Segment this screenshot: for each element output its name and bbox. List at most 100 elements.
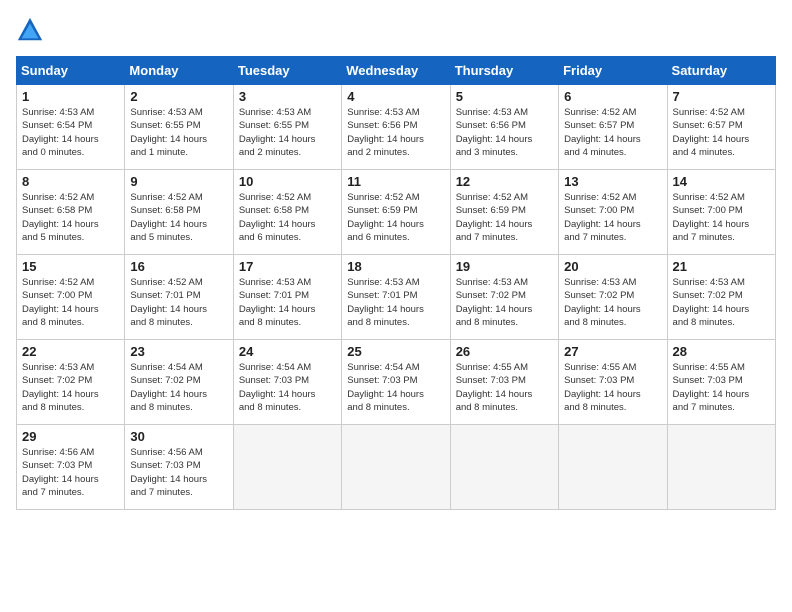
- day-info: Sunrise: 4:53 AMSunset: 6:54 PMDaylight:…: [22, 106, 119, 159]
- calendar-day-cell: [342, 425, 450, 510]
- calendar-day-cell: 29 Sunrise: 4:56 AMSunset: 7:03 PMDayligh…: [17, 425, 125, 510]
- day-info: Sunrise: 4:52 AMSunset: 7:00 PMDaylight:…: [564, 191, 661, 244]
- calendar-day-cell: 28 Sunrise: 4:55 AMSunset: 7:03 PMDayligh…: [667, 340, 775, 425]
- calendar-day-cell: 4 Sunrise: 4:53 AMSunset: 6:56 PMDaylight…: [342, 85, 450, 170]
- calendar-day-cell: 2Sunrise: 4:53 AMSunset: 6:55 PMDaylight…: [125, 85, 233, 170]
- day-number: 8: [22, 174, 119, 189]
- calendar-day-cell: 21Sunrise: 4:53 AMSunset: 7:02 PMDayligh…: [667, 255, 775, 340]
- day-number: 18: [347, 259, 444, 274]
- day-number: 20: [564, 259, 661, 274]
- day-number: 21: [673, 259, 770, 274]
- day-number: 14: [673, 174, 770, 189]
- calendar-week-row: 29 Sunrise: 4:56 AMSunset: 7:03 PMDayligh…: [17, 425, 776, 510]
- calendar-table: SundayMondayTuesdayWednesdayThursdayFrid…: [16, 56, 776, 510]
- calendar-week-row: 22Sunrise: 4:53 AMSunset: 7:02 PMDayligh…: [17, 340, 776, 425]
- weekday-header-thursday: Thursday: [450, 57, 558, 85]
- calendar-header: SundayMondayTuesdayWednesdayThursdayFrid…: [17, 57, 776, 85]
- weekday-header-tuesday: Tuesday: [233, 57, 341, 85]
- calendar-day-cell: [233, 425, 341, 510]
- day-info: Sunrise: 4:55 AMSunset: 7:03 PMDaylight:…: [564, 361, 661, 414]
- day-info: Sunrise: 4:56 AMSunset: 7:03 PMDaylight:…: [22, 446, 119, 499]
- day-info: Sunrise: 4:52 AMSunset: 7:01 PMDaylight:…: [130, 276, 227, 329]
- weekday-row: SundayMondayTuesdayWednesdayThursdayFrid…: [17, 57, 776, 85]
- day-number: 16: [130, 259, 227, 274]
- day-number: 28: [673, 344, 770, 359]
- day-info: Sunrise: 4:52 AMSunset: 6:59 PMDaylight:…: [347, 191, 444, 244]
- day-info: Sunrise: 4:54 AMSunset: 7:02 PMDaylight:…: [130, 361, 227, 414]
- day-number: 25: [347, 344, 444, 359]
- day-info: Sunrise: 4:54 AMSunset: 7:03 PMDaylight:…: [239, 361, 336, 414]
- calendar-day-cell: 3Sunrise: 4:53 AMSunset: 6:55 PMDaylight…: [233, 85, 341, 170]
- calendar-day-cell: 24 Sunrise: 4:54 AMSunset: 7:03 PMDayligh…: [233, 340, 341, 425]
- calendar-day-cell: [559, 425, 667, 510]
- day-number: 4: [347, 89, 444, 104]
- day-number: 26: [456, 344, 553, 359]
- day-info: Sunrise: 4:52 AMSunset: 7:00 PMDaylight:…: [22, 276, 119, 329]
- day-number: 7: [673, 89, 770, 104]
- day-number: 22: [22, 344, 119, 359]
- calendar-body: 1 Sunrise: 4:53 AMSunset: 6:54 PMDaylight…: [17, 85, 776, 510]
- calendar-day-cell: 14 Sunrise: 4:52 AMSunset: 7:00 PMDayligh…: [667, 170, 775, 255]
- day-info: Sunrise: 4:52 AMSunset: 6:57 PMDaylight:…: [673, 106, 770, 159]
- day-number: 24: [239, 344, 336, 359]
- day-info: Sunrise: 4:53 AMSunset: 6:56 PMDaylight:…: [456, 106, 553, 159]
- calendar-day-cell: 20 Sunrise: 4:53 AMSunset: 7:02 PMDayligh…: [559, 255, 667, 340]
- day-info: Sunrise: 4:53 AMSunset: 7:01 PMDaylight:…: [347, 276, 444, 329]
- calendar-day-cell: 19Sunrise: 4:53 AMSunset: 7:02 PMDayligh…: [450, 255, 558, 340]
- day-info: Sunrise: 4:53 AMSunset: 6:56 PMDaylight:…: [347, 106, 444, 159]
- calendar-week-row: 15 Sunrise: 4:52 AMSunset: 7:00 PMDayligh…: [17, 255, 776, 340]
- calendar-day-cell: 7 Sunrise: 4:52 AMSunset: 6:57 PMDaylight…: [667, 85, 775, 170]
- calendar-day-cell: 10Sunrise: 4:52 AMSunset: 6:58 PMDayligh…: [233, 170, 341, 255]
- calendar-day-cell: 16 Sunrise: 4:52 AMSunset: 7:01 PMDayligh…: [125, 255, 233, 340]
- page-header: [16, 16, 776, 44]
- weekday-header-monday: Monday: [125, 57, 233, 85]
- calendar-day-cell: 8 Sunrise: 4:52 AMSunset: 6:58 PMDaylight…: [17, 170, 125, 255]
- day-info: Sunrise: 4:52 AMSunset: 6:59 PMDaylight:…: [456, 191, 553, 244]
- day-info: Sunrise: 4:55 AMSunset: 7:03 PMDaylight:…: [456, 361, 553, 414]
- day-info: Sunrise: 4:52 AMSunset: 7:00 PMDaylight:…: [673, 191, 770, 244]
- day-info: Sunrise: 4:52 AMSunset: 6:58 PMDaylight:…: [130, 191, 227, 244]
- calendar-day-cell: 27 Sunrise: 4:55 AMSunset: 7:03 PMDayligh…: [559, 340, 667, 425]
- day-info: Sunrise: 4:52 AMSunset: 6:57 PMDaylight:…: [564, 106, 661, 159]
- calendar-day-cell: 5 Sunrise: 4:53 AMSunset: 6:56 PMDaylight…: [450, 85, 558, 170]
- calendar-week-row: 8 Sunrise: 4:52 AMSunset: 6:58 PMDaylight…: [17, 170, 776, 255]
- calendar-day-cell: 18 Sunrise: 4:53 AMSunset: 7:01 PMDayligh…: [342, 255, 450, 340]
- day-number: 27: [564, 344, 661, 359]
- calendar-day-cell: 6 Sunrise: 4:52 AMSunset: 6:57 PMDaylight…: [559, 85, 667, 170]
- calendar-day-cell: 9 Sunrise: 4:52 AMSunset: 6:58 PMDaylight…: [125, 170, 233, 255]
- day-info: Sunrise: 4:53 AMSunset: 7:02 PMDaylight:…: [564, 276, 661, 329]
- logo-icon: [16, 16, 44, 44]
- day-info: Sunrise: 4:53 AMSunset: 7:01 PMDaylight:…: [239, 276, 336, 329]
- calendar-day-cell: 26 Sunrise: 4:55 AMSunset: 7:03 PMDayligh…: [450, 340, 558, 425]
- day-number: 29: [22, 429, 119, 444]
- day-number: 9: [130, 174, 227, 189]
- calendar-day-cell: [667, 425, 775, 510]
- day-info: Sunrise: 4:56 AMSunset: 7:03 PMDaylight:…: [130, 446, 227, 499]
- weekday-header-wednesday: Wednesday: [342, 57, 450, 85]
- day-number: 1: [22, 89, 119, 104]
- day-number: 15: [22, 259, 119, 274]
- day-number: 23: [130, 344, 227, 359]
- weekday-header-saturday: Saturday: [667, 57, 775, 85]
- calendar-day-cell: 30Sunrise: 4:56 AMSunset: 7:03 PMDayligh…: [125, 425, 233, 510]
- day-info: Sunrise: 4:52 AMSunset: 6:58 PMDaylight:…: [22, 191, 119, 244]
- day-number: 17: [239, 259, 336, 274]
- day-number: 3: [239, 89, 336, 104]
- day-info: Sunrise: 4:52 AMSunset: 6:58 PMDaylight:…: [239, 191, 336, 244]
- day-number: 11: [347, 174, 444, 189]
- logo: [16, 16, 48, 44]
- calendar-day-cell: 13Sunrise: 4:52 AMSunset: 7:00 PMDayligh…: [559, 170, 667, 255]
- day-info: Sunrise: 4:55 AMSunset: 7:03 PMDaylight:…: [673, 361, 770, 414]
- day-number: 6: [564, 89, 661, 104]
- day-number: 5: [456, 89, 553, 104]
- day-info: Sunrise: 4:53 AMSunset: 7:02 PMDaylight:…: [456, 276, 553, 329]
- weekday-header-friday: Friday: [559, 57, 667, 85]
- calendar-day-cell: 11 Sunrise: 4:52 AMSunset: 6:59 PMDayligh…: [342, 170, 450, 255]
- day-number: 12: [456, 174, 553, 189]
- calendar-day-cell: 12 Sunrise: 4:52 AMSunset: 6:59 PMDayligh…: [450, 170, 558, 255]
- calendar-week-row: 1 Sunrise: 4:53 AMSunset: 6:54 PMDaylight…: [17, 85, 776, 170]
- calendar-day-cell: 1 Sunrise: 4:53 AMSunset: 6:54 PMDaylight…: [17, 85, 125, 170]
- calendar-day-cell: 23 Sunrise: 4:54 AMSunset: 7:02 PMDayligh…: [125, 340, 233, 425]
- day-info: Sunrise: 4:54 AMSunset: 7:03 PMDaylight:…: [347, 361, 444, 414]
- calendar-day-cell: [450, 425, 558, 510]
